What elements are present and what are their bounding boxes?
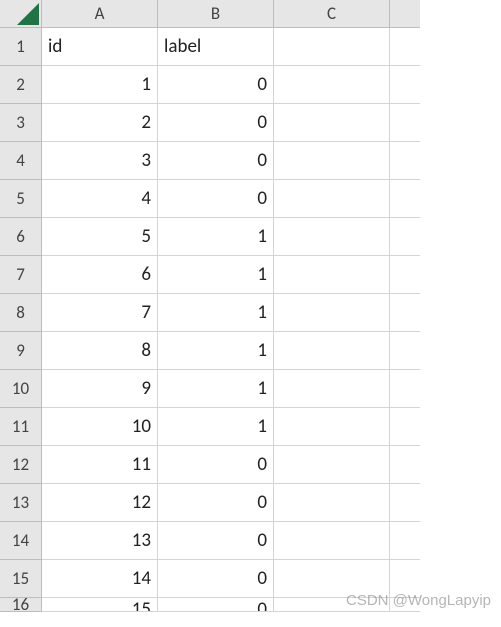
row-header[interactable]: 2: [0, 66, 42, 104]
spreadsheet-grid: A B C 1idlabel21032043054065176187198110…: [0, 0, 501, 612]
row-header[interactable]: 15: [0, 560, 42, 598]
cell-partial: [390, 142, 420, 180]
cell[interactable]: 14: [42, 560, 158, 598]
cell[interactable]: 0: [158, 66, 274, 104]
cell[interactable]: [274, 370, 390, 408]
cell[interactable]: 0: [158, 484, 274, 522]
cell-partial: [390, 598, 420, 612]
cell-partial: [390, 294, 420, 332]
cell[interactable]: 0: [158, 142, 274, 180]
cell[interactable]: 1: [158, 408, 274, 446]
cell[interactable]: [274, 484, 390, 522]
select-all-corner[interactable]: [0, 0, 42, 28]
cell[interactable]: 0: [158, 598, 274, 612]
cell[interactable]: [274, 256, 390, 294]
row-header[interactable]: 6: [0, 218, 42, 256]
row-header[interactable]: 14: [0, 522, 42, 560]
cell[interactable]: 1: [158, 332, 274, 370]
cell-partial: [390, 484, 420, 522]
cell[interactable]: [274, 66, 390, 104]
cell[interactable]: 5: [42, 218, 158, 256]
cell[interactable]: [274, 180, 390, 218]
col-header-partial: [390, 0, 420, 28]
cell[interactable]: 15: [42, 598, 158, 612]
row-header[interactable]: 4: [0, 142, 42, 180]
cell[interactable]: 10: [42, 408, 158, 446]
cell[interactable]: [274, 294, 390, 332]
cell[interactable]: id: [42, 28, 158, 66]
cell[interactable]: 8: [42, 332, 158, 370]
cell[interactable]: label: [158, 28, 274, 66]
cell[interactable]: 0: [158, 104, 274, 142]
cell-partial: [390, 332, 420, 370]
cell[interactable]: [274, 142, 390, 180]
cell[interactable]: [274, 332, 390, 370]
cell-partial: [390, 446, 420, 484]
row-header[interactable]: 9: [0, 332, 42, 370]
col-header-a[interactable]: A: [42, 0, 158, 28]
row-header[interactable]: 10: [0, 370, 42, 408]
cell[interactable]: [274, 104, 390, 142]
cell-partial: [390, 256, 420, 294]
cell[interactable]: 4: [42, 180, 158, 218]
cell[interactable]: 13: [42, 522, 158, 560]
cell[interactable]: 0: [158, 446, 274, 484]
row-header[interactable]: 5: [0, 180, 42, 218]
cell[interactable]: 9: [42, 370, 158, 408]
cell[interactable]: 3: [42, 142, 158, 180]
cell-partial: [390, 66, 420, 104]
row-header[interactable]: 13: [0, 484, 42, 522]
cell[interactable]: 0: [158, 180, 274, 218]
cell-partial: [390, 28, 420, 66]
cell-partial: [390, 522, 420, 560]
cell[interactable]: 0: [158, 522, 274, 560]
cell[interactable]: 12: [42, 484, 158, 522]
cell[interactable]: [274, 28, 390, 66]
cell[interactable]: 1: [158, 256, 274, 294]
row-header[interactable]: 16: [0, 598, 42, 612]
cell-partial: [390, 370, 420, 408]
cell-partial: [390, 104, 420, 142]
col-header-b[interactable]: B: [158, 0, 274, 28]
cell[interactable]: 0: [158, 560, 274, 598]
cell-partial: [390, 218, 420, 256]
cell[interactable]: [274, 598, 390, 612]
cell[interactable]: [274, 522, 390, 560]
row-header[interactable]: 11: [0, 408, 42, 446]
row-header[interactable]: 12: [0, 446, 42, 484]
cell[interactable]: [274, 408, 390, 446]
col-header-c[interactable]: C: [274, 0, 390, 28]
cell[interactable]: [274, 560, 390, 598]
cell[interactable]: 6: [42, 256, 158, 294]
cell[interactable]: 1: [158, 294, 274, 332]
cell-partial: [390, 560, 420, 598]
cell[interactable]: 1: [42, 66, 158, 104]
row-header[interactable]: 1: [0, 28, 42, 66]
cell[interactable]: [274, 446, 390, 484]
cell[interactable]: 1: [158, 370, 274, 408]
cell[interactable]: 2: [42, 104, 158, 142]
cell[interactable]: 7: [42, 294, 158, 332]
cell[interactable]: [274, 218, 390, 256]
row-header[interactable]: 7: [0, 256, 42, 294]
cell-partial: [390, 180, 420, 218]
cell-partial: [390, 408, 420, 446]
cell[interactable]: 1: [158, 218, 274, 256]
cell[interactable]: 11: [42, 446, 158, 484]
row-header[interactable]: 3: [0, 104, 42, 142]
row-header[interactable]: 8: [0, 294, 42, 332]
